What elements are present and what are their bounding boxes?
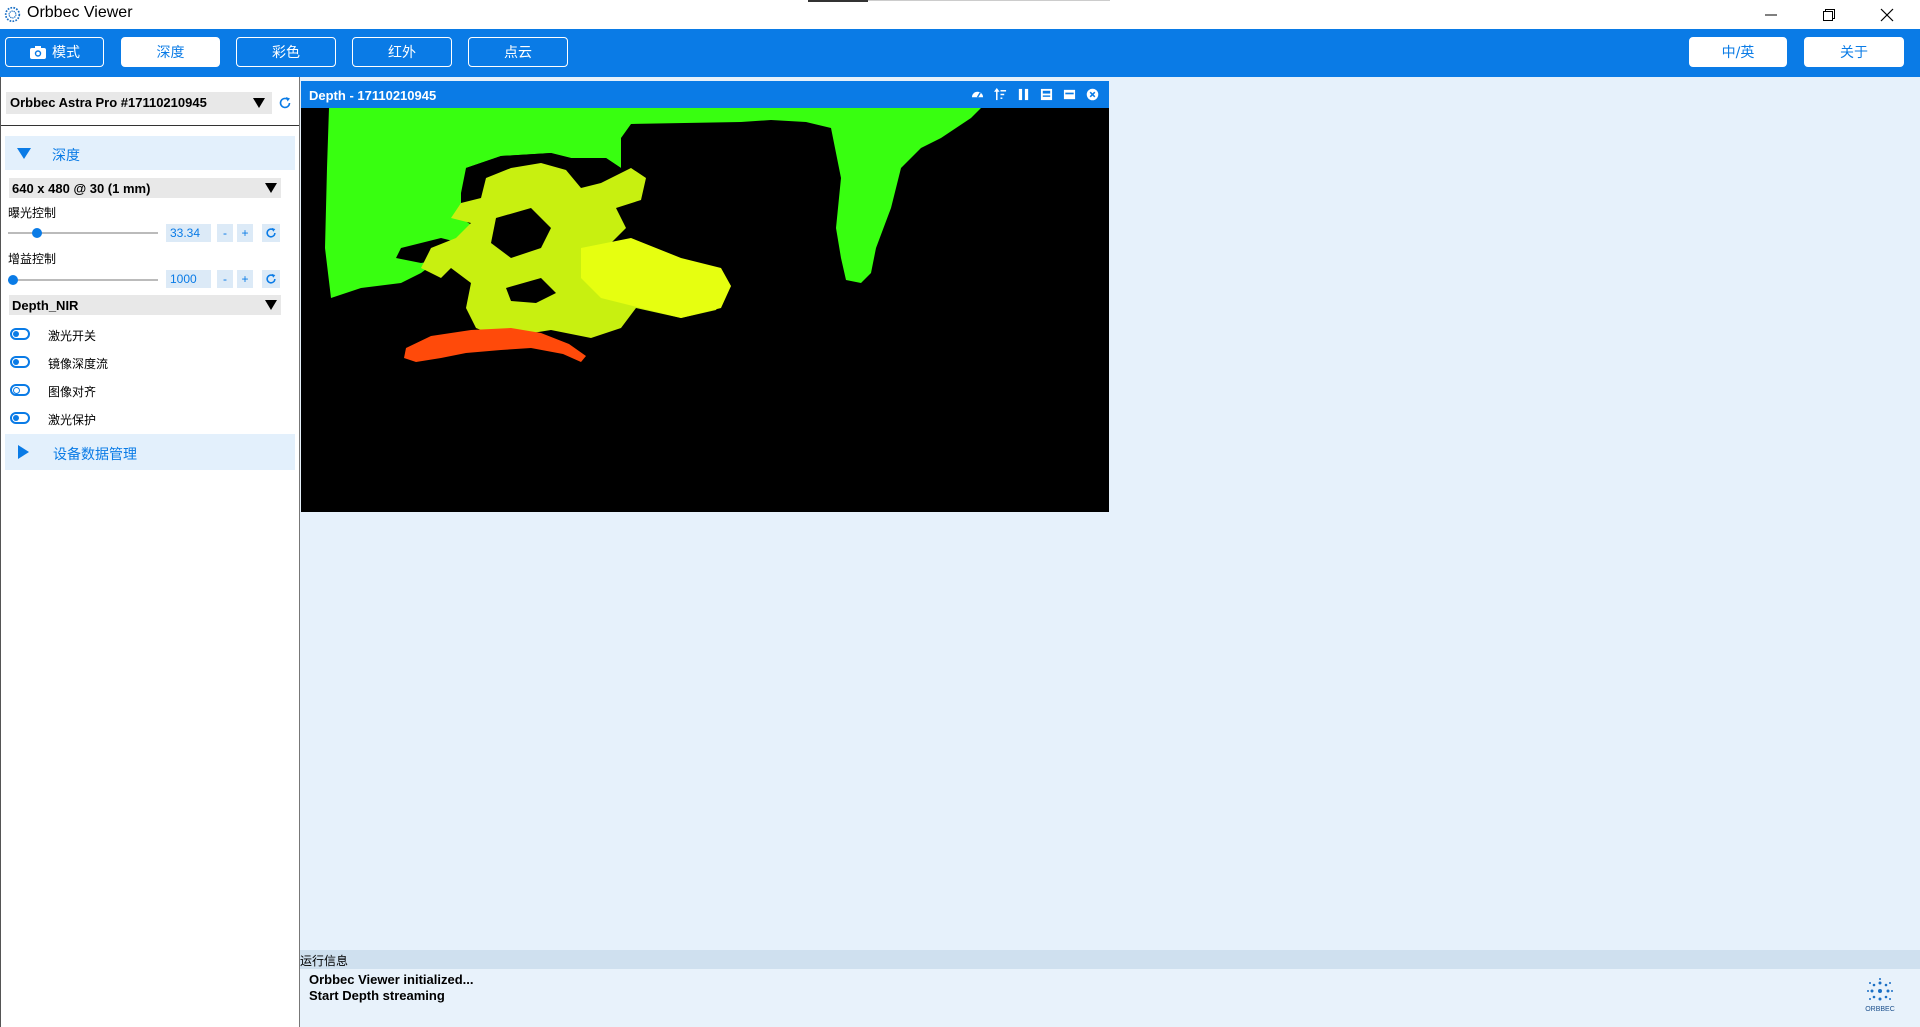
resolution-select[interactable]: 640 x 480 @ 30 (1 mm) (9, 178, 281, 198)
log-header: 运行信息 (300, 950, 1920, 969)
mirror-depth-toggle[interactable] (10, 356, 30, 368)
tab-point-cloud-label: 点云 (504, 45, 532, 61)
mirror-depth-row[interactable]: 镜像深度流 (10, 355, 210, 371)
chevron-down-icon (265, 183, 277, 193)
mirror-depth-label: 镜像深度流 (48, 357, 109, 371)
about-button[interactable]: 关于 (1804, 37, 1904, 67)
save-icon[interactable] (1040, 88, 1053, 101)
laser-protect-toggle[interactable] (10, 412, 30, 424)
brand-text: ORBBEC (1865, 1006, 1895, 1013)
gain-increment-button[interactable]: + (237, 270, 253, 288)
image-align-toggle[interactable] (10, 384, 30, 396)
app-title: Orbbec Viewer (27, 4, 133, 21)
device-refresh-button[interactable] (277, 93, 293, 113)
title-drag-track (868, 0, 1110, 1)
log-header-label: 运行信息 (300, 954, 349, 968)
chevron-down-icon (253, 98, 265, 108)
exposure-value-field[interactable]: 33.34 (166, 224, 211, 242)
close-window-icon[interactable] (1086, 88, 1099, 101)
gain-label: 增益控制 (8, 252, 57, 266)
title-drag-indicator (808, 0, 868, 2)
log-line: Start Depth streaming (309, 988, 445, 1003)
camera-icon (30, 45, 46, 59)
restore-button[interactable] (1801, 0, 1857, 29)
resolution-select-value: 640 x 480 @ 30 (1 mm) (12, 181, 151, 196)
pause-icon[interactable] (1017, 88, 1030, 101)
depth-section-header[interactable]: 深度 (5, 136, 295, 170)
device-data-section-label: 设备数据管理 (53, 447, 137, 463)
title-bar: Orbbec Viewer (0, 0, 1920, 29)
exposure-label: 曝光控制 (8, 206, 57, 220)
gain-slider[interactable] (8, 279, 158, 281)
language-button[interactable]: 中/英 (1689, 37, 1787, 67)
tab-depth-label: 深度 (156, 45, 185, 61)
tab-point-cloud[interactable]: 点云 (468, 37, 568, 67)
mode-button-label: 模式 (52, 45, 80, 61)
orbbec-logo-icon (4, 6, 21, 23)
device-select[interactable]: Orbbec Astra Pro #17110210945 (6, 92, 272, 114)
exposure-decrement-button[interactable]: - (217, 224, 233, 242)
refresh-icon (266, 273, 276, 284)
minimize-button[interactable] (1743, 0, 1799, 29)
chevron-down-icon (265, 300, 277, 310)
exposure-slider-handle[interactable] (31, 228, 42, 238)
exposure-increment-button[interactable]: + (237, 224, 253, 242)
gain-decrement-button[interactable]: - (217, 270, 233, 288)
depth-window-header: Depth - 17110210945 (301, 81, 1109, 108)
close-button[interactable] (1859, 0, 1915, 29)
minimize-window-icon[interactable] (1063, 88, 1076, 101)
gain-value-field[interactable]: 1000 (166, 270, 211, 288)
minimize-icon (1765, 14, 1777, 15)
device-select-value: Orbbec Astra Pro #17110210945 (10, 95, 207, 110)
device-data-section-header[interactable]: 设备数据管理 (5, 434, 295, 470)
laser-switch-row[interactable]: 激光开关 (10, 327, 210, 343)
depth-stream-view[interactable] (301, 108, 1109, 512)
log-line: Orbbec Viewer initialized... (309, 972, 474, 987)
image-align-row[interactable]: 图像对齐 (10, 383, 210, 399)
speed-icon[interactable] (971, 88, 984, 101)
log-panel[interactable]: Orbbec Viewer initialized... Start Depth… (300, 969, 1920, 1027)
orbbec-brand-logo: ORBBEC (1865, 978, 1895, 1013)
depth-map-image (325, 108, 981, 362)
refresh-icon (279, 97, 291, 109)
sort-icon[interactable] (994, 88, 1007, 101)
tab-infrared-label: 红外 (388, 45, 416, 61)
laser-switch-toggle[interactable] (10, 328, 30, 340)
expand-icon (17, 148, 31, 159)
tab-infrared[interactable]: 红外 (352, 37, 452, 67)
divider (1, 125, 299, 126)
collapsed-icon (18, 445, 29, 459)
tab-depth[interactable]: 深度 (121, 37, 220, 67)
stream-mode-select[interactable]: Depth_NIR (9, 295, 281, 315)
close-icon (1880, 8, 1894, 21)
about-button-label: 关于 (1840, 45, 1868, 61)
tab-color-label: 彩色 (272, 45, 300, 61)
laser-protect-label: 激光保护 (48, 413, 97, 427)
gain-slider-handle[interactable] (8, 275, 18, 285)
gain-reset-button[interactable] (262, 270, 280, 288)
laser-switch-label: 激光开关 (48, 329, 97, 343)
refresh-icon (266, 227, 276, 238)
image-align-label: 图像对齐 (48, 385, 97, 399)
restore-icon (1823, 8, 1835, 21)
exposure-reset-button[interactable] (262, 224, 280, 242)
laser-protect-row[interactable]: 激光保护 (10, 411, 210, 427)
stream-mode-value: Depth_NIR (12, 298, 79, 313)
depth-window-title: Depth - 17110210945 (309, 88, 437, 103)
tab-color[interactable]: 彩色 (236, 37, 336, 67)
mode-button[interactable]: 模式 (5, 37, 104, 67)
language-button-label: 中/英 (1721, 45, 1755, 61)
depth-section-label: 深度 (52, 148, 80, 164)
exposure-slider[interactable] (8, 232, 158, 234)
